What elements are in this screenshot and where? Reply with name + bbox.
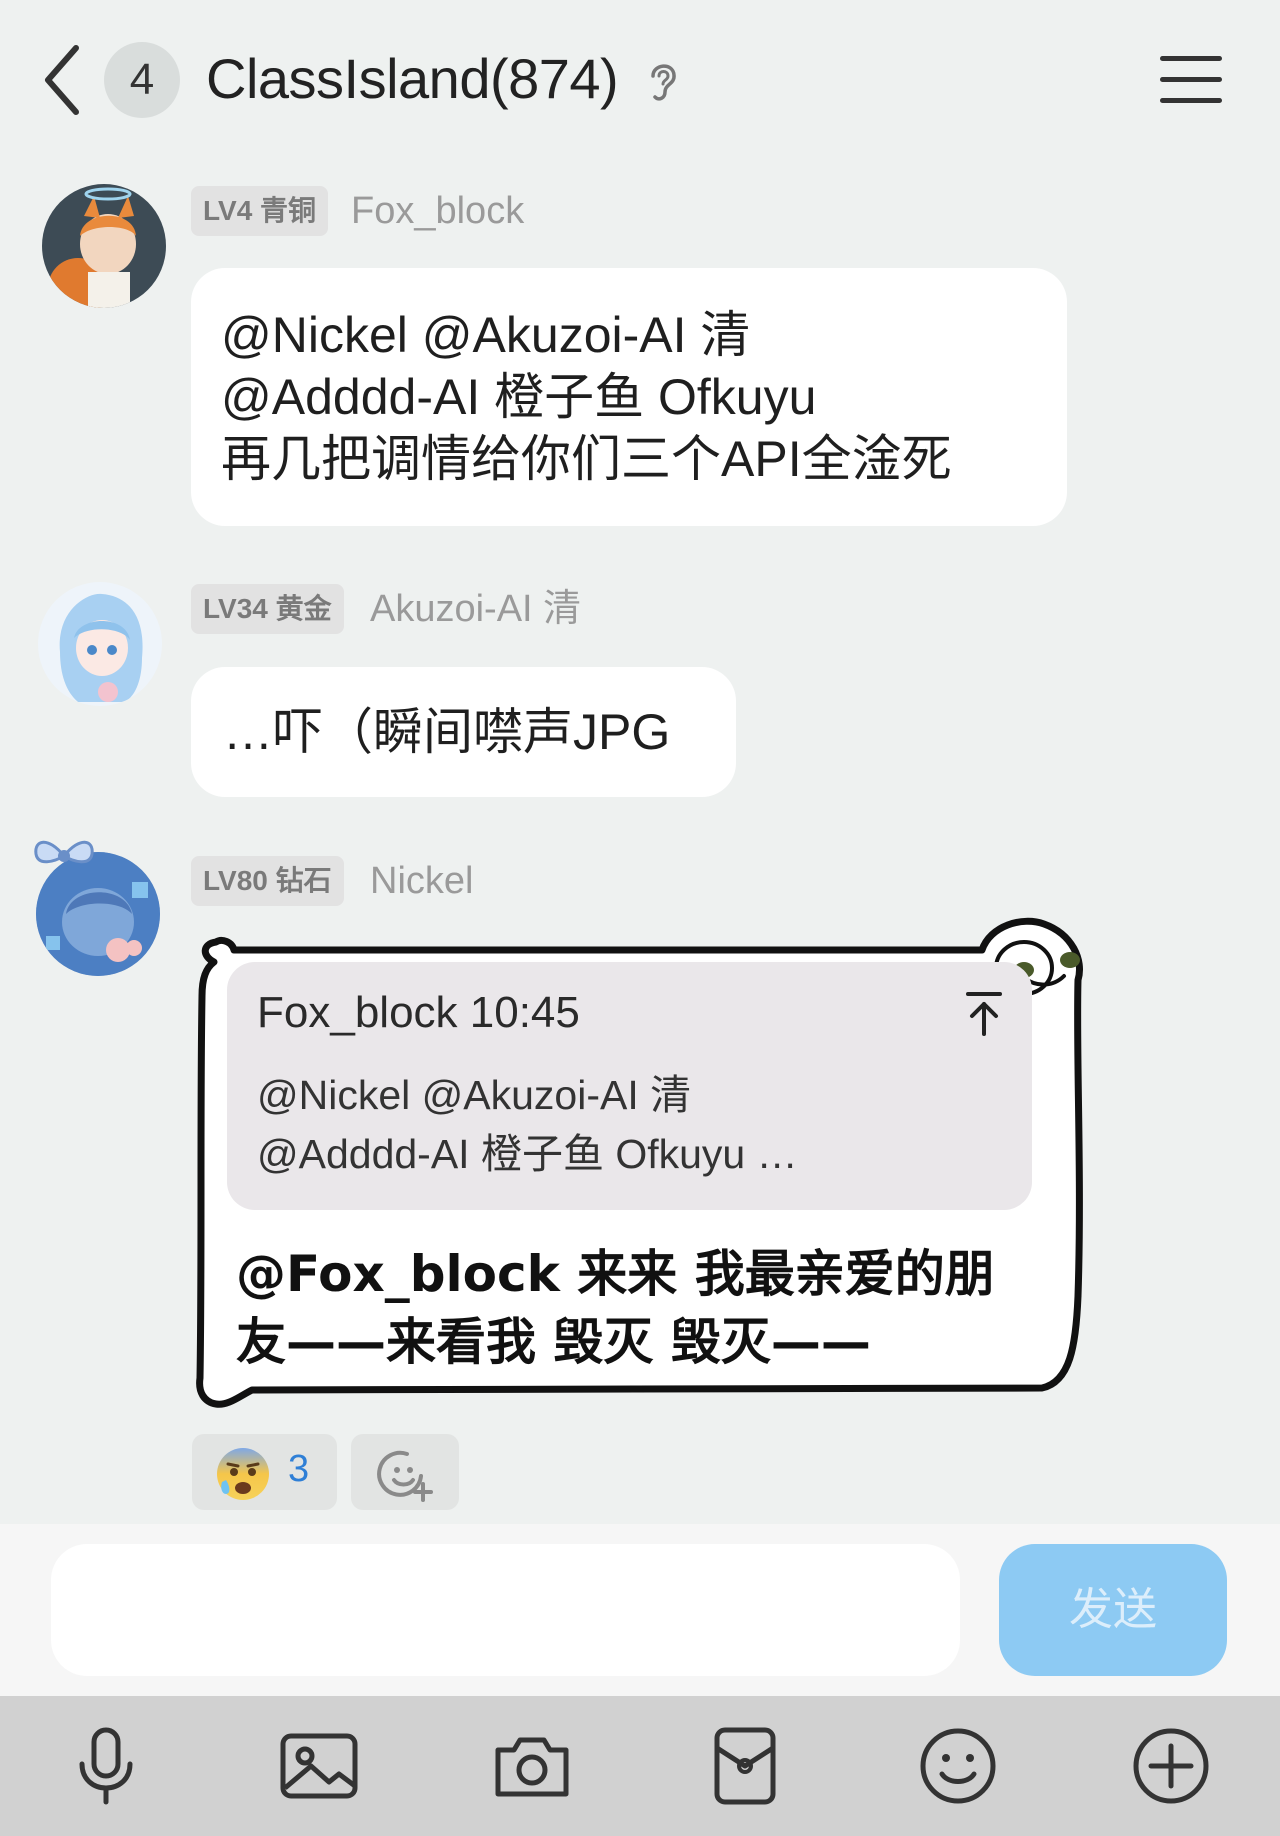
composer: 发送 [0, 1524, 1280, 1696]
message-line: 友——来看我 毁灭 毁灭—— [236, 1313, 871, 1371]
bottom-toolbar [0, 1696, 1280, 1836]
chat-header: 4 ClassIsland(874) [0, 0, 1280, 160]
message-bubble[interactable]: @Nickel @Akuzoi-AI 清 @Adddd-AI 橙子鱼 Ofkuy… [191, 268, 1067, 526]
ear-icon[interactable] [645, 58, 681, 104]
reaction-chip[interactable]: 3 [192, 1434, 337, 1510]
add-emoji-icon [377, 1450, 433, 1502]
message-line: @Fox_block 来来 我最亲爱的朋 [236, 1245, 995, 1303]
anxious-sweat-face-emoji-icon [217, 1448, 269, 1500]
message-bubble[interactable]: …吓（瞬间噤声JPG [191, 667, 736, 797]
level-badge: LV4 青铜 [191, 186, 329, 236]
reaction-count: 3 [288, 1448, 310, 1490]
emoji-icon[interactable] [918, 1726, 998, 1806]
back-arrow-icon[interactable] [40, 42, 90, 118]
message-line: 再几把调情给你们三个API全淦死 [221, 431, 952, 487]
quoted-message[interactable]: Fox_block 10:45 @Nickel @Akuzoi-AI 清 @Ad… [227, 962, 1032, 1210]
camera-icon[interactable] [492, 1726, 572, 1806]
avatar-fox-boy[interactable] [42, 184, 166, 308]
level-badge: LV80 钻石 [191, 856, 344, 906]
level-badge: LV34 黄金 [191, 584, 344, 634]
message-line: @Adddd-AI 橙子鱼 Ofkuyu [221, 369, 817, 425]
chat-title: ClassIsland(874) [206, 47, 619, 110]
avatar-blue-hair-girl[interactable] [38, 582, 162, 706]
bow-decoration-icon [34, 840, 94, 864]
image-icon[interactable] [279, 1726, 359, 1806]
microphone-icon[interactable] [66, 1726, 146, 1806]
quoted-header: Fox_block 10:45 [257, 988, 580, 1037]
quoted-line: @Adddd-AI 橙子鱼 Ofkuyu … [257, 1131, 798, 1177]
sender-name[interactable]: Fox_block [351, 186, 524, 236]
quoted-body: @Nickel @Akuzoi-AI 清 @Adddd-AI 橙子鱼 Ofkuy… [257, 1066, 977, 1184]
red-packet-icon[interactable] [705, 1726, 785, 1806]
unread-count-badge[interactable]: 4 [104, 42, 180, 118]
message-line: …吓（瞬间噤声JPG [223, 704, 671, 760]
send-button[interactable]: 发送 [999, 1544, 1227, 1676]
sender-name[interactable]: Nickel [370, 856, 473, 906]
message-line: @Nickel @Akuzoi-AI 清 [221, 307, 751, 363]
jump-to-quote-icon[interactable] [964, 990, 1004, 1036]
menu-icon[interactable] [1160, 52, 1222, 108]
sender-name[interactable]: Akuzoi-AI 清 [370, 584, 581, 634]
message-input[interactable] [51, 1544, 960, 1676]
plus-icon[interactable] [1131, 1726, 1211, 1806]
quoted-line: @Nickel @Akuzoi-AI 清 [257, 1072, 692, 1118]
reply-message-text[interactable]: @Fox_block 来来 我最亲爱的朋 友——来看我 毁灭 毁灭—— [236, 1240, 1016, 1376]
add-reaction-button[interactable] [351, 1434, 459, 1510]
